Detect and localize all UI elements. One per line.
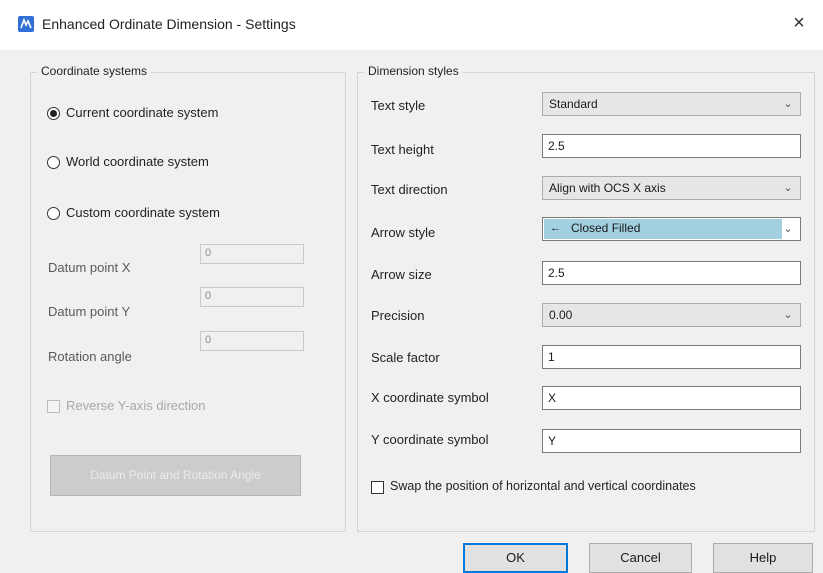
x-coordinate-symbol-label: X coordinate symbol xyxy=(371,390,489,405)
arrow-style-value: Closed Filled xyxy=(571,221,641,235)
datum-x-label: Datum point X xyxy=(48,260,131,275)
reverse-y-checkbox[interactable] xyxy=(47,400,60,413)
swap-coordinates-checkbox[interactable] xyxy=(371,481,384,494)
help-button[interactable]: Help xyxy=(713,543,813,573)
precision-value: 0.00 xyxy=(549,308,573,322)
swap-coordinates-label[interactable]: Swap the position of horizontal and vert… xyxy=(390,479,696,493)
arrow-size-input[interactable]: 2.5 xyxy=(542,261,801,285)
text-style-label: Text style xyxy=(371,98,426,113)
arrow-style-label: Arrow style xyxy=(371,225,436,240)
chevron-down-icon: ⌄ xyxy=(783,309,793,321)
current-coordinate-radio[interactable] xyxy=(47,107,60,120)
reverse-y-label: Reverse Y-axis direction xyxy=(66,398,206,413)
world-coordinate-label[interactable]: World coordinate system xyxy=(66,154,209,169)
precision-label: Precision xyxy=(371,308,425,323)
precision-select[interactable]: 0.00 ⌄ xyxy=(542,303,801,327)
chevron-down-icon: ⌄ xyxy=(783,98,793,110)
arrow-style-select[interactable]: ← Closed Filled ⌄ xyxy=(542,217,801,241)
text-direction-select[interactable]: Align with OCS X axis ⌄ xyxy=(542,176,801,200)
scale-factor-label: Scale factor xyxy=(371,350,440,365)
text-direction-value: Align with OCS X axis xyxy=(549,181,666,195)
title-bar: Enhanced Ordinate Dimension - Settings × xyxy=(0,0,823,50)
scale-factor-input[interactable]: 1 xyxy=(542,345,801,369)
y-coordinate-symbol-label: Y coordinate symbol xyxy=(371,432,489,447)
text-direction-label: Text direction xyxy=(371,182,448,197)
current-coordinate-label[interactable]: Current coordinate system xyxy=(66,105,218,120)
dimension-styles-group: Dimension styles Text style Standard ⌄ T… xyxy=(357,64,815,532)
cancel-button[interactable]: Cancel xyxy=(589,543,692,573)
arrow-left-icon: ← xyxy=(550,222,561,234)
coordinate-systems-group: Coordinate systems Current coordinate sy… xyxy=(30,64,346,532)
ok-button[interactable]: OK xyxy=(463,543,568,573)
y-coordinate-symbol-input[interactable]: Y xyxy=(542,429,801,453)
custom-coordinate-radio[interactable] xyxy=(47,207,60,220)
coordinate-systems-legend: Coordinate systems xyxy=(37,64,152,78)
window-title: Enhanced Ordinate Dimension - Settings xyxy=(42,16,296,32)
close-icon[interactable]: × xyxy=(787,11,811,35)
chevron-down-icon: ⌄ xyxy=(783,223,793,235)
text-height-label: Text height xyxy=(371,142,434,157)
text-style-value: Standard xyxy=(549,97,598,111)
text-height-input[interactable]: 2.5 xyxy=(542,134,801,158)
rotation-angle-input[interactable]: 0 xyxy=(200,331,304,351)
x-coordinate-symbol-input[interactable]: X xyxy=(542,386,801,410)
rotation-angle-label: Rotation angle xyxy=(48,349,132,364)
chevron-down-icon: ⌄ xyxy=(783,182,793,194)
text-style-select[interactable]: Standard ⌄ xyxy=(542,92,801,116)
datum-point-rotation-button[interactable]: Datum Point and Rotation Angle xyxy=(50,455,301,496)
datum-y-label: Datum point Y xyxy=(48,304,131,319)
arrow-size-label: Arrow size xyxy=(371,267,432,282)
app-logo-icon xyxy=(18,16,34,32)
dimension-styles-legend: Dimension styles xyxy=(364,64,463,78)
datum-x-input[interactable]: 0 xyxy=(200,244,304,264)
custom-coordinate-label[interactable]: Custom coordinate system xyxy=(66,205,220,220)
datum-y-input[interactable]: 0 xyxy=(200,287,304,307)
world-coordinate-radio[interactable] xyxy=(47,156,60,169)
